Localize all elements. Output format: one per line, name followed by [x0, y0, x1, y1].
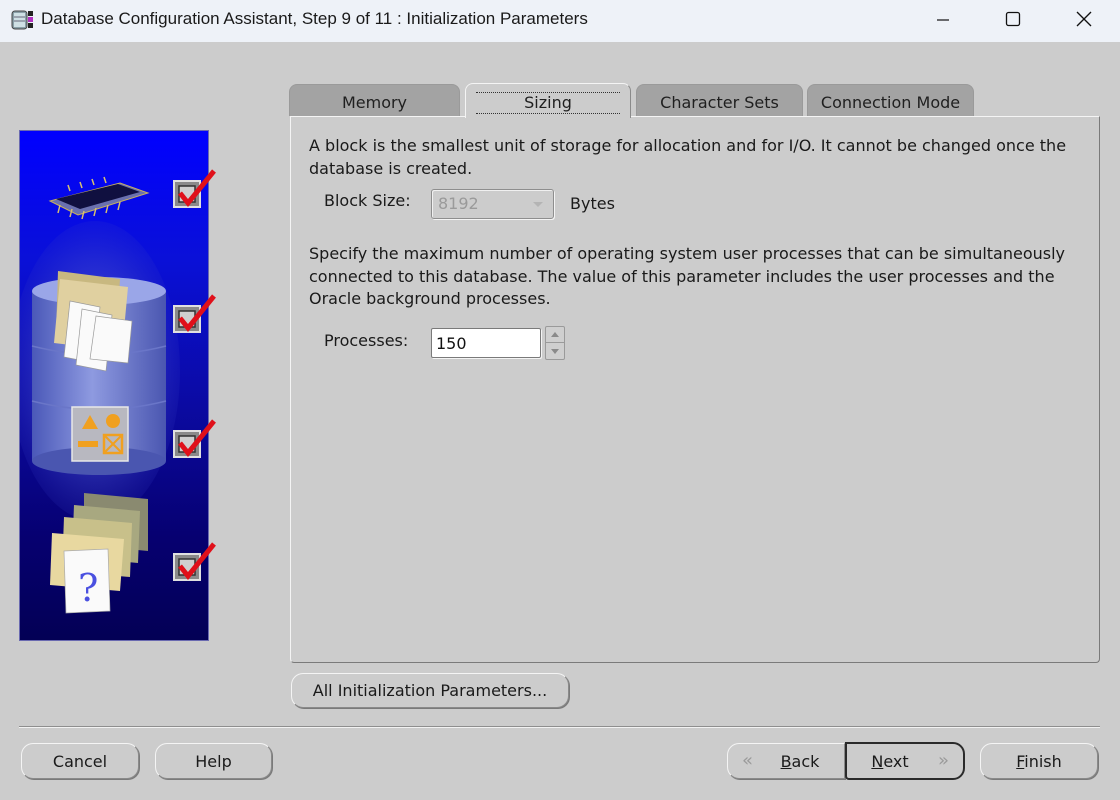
label-rest: inish: [1024, 751, 1062, 771]
tab-label: Connection Mode: [820, 93, 961, 112]
maximize-icon: [1005, 11, 1021, 27]
svg-text:?: ?: [78, 566, 98, 610]
help-button[interactable]: Help: [155, 743, 272, 779]
block-size-value: 8192: [438, 194, 479, 213]
check-icon: [173, 294, 216, 333]
mnemonic: N: [871, 751, 884, 771]
processes-description: Specify the maximum number of operating …: [309, 244, 1066, 308]
next-button[interactable]: Next »: [845, 742, 965, 780]
finish-button[interactable]: Finish: [980, 743, 1098, 779]
tab-sizing[interactable]: Sizing: [465, 83, 631, 118]
all-initialization-parameters-button[interactable]: All Initialization Parameters...: [291, 673, 569, 708]
button-label: Help: [195, 751, 232, 771]
close-button[interactable]: [1049, 0, 1119, 38]
minimize-icon: [937, 19, 949, 21]
block-size-combobox: 8192: [431, 189, 554, 219]
sizing-tab-panel: [290, 116, 1100, 663]
check-icon: [173, 542, 216, 581]
tab-label: Character Sets: [660, 93, 779, 112]
arrow-down-icon: [551, 348, 559, 354]
back-button[interactable]: « Back: [727, 743, 845, 779]
chevron-down-icon: [533, 202, 543, 207]
block-size-unit: Bytes: [570, 194, 615, 213]
spinner-down-button[interactable]: [546, 343, 564, 359]
label-rest: ack: [791, 751, 820, 771]
processes-spinner: [545, 326, 565, 360]
processes-label: Processes:: [324, 331, 409, 350]
button-label: Back: [781, 752, 820, 771]
tab-label: Sizing: [476, 92, 620, 114]
memory-chip-icon: [48, 176, 150, 220]
tab-character-sets[interactable]: Character Sets: [636, 84, 803, 116]
tab-connection-mode[interactable]: Connection Mode: [807, 84, 974, 116]
separator: [19, 726, 1100, 728]
database-shapes-icon: [71, 406, 129, 462]
spinner-up-button[interactable]: [546, 327, 564, 343]
tab-label: Memory: [341, 93, 408, 112]
check-icon: [173, 169, 216, 208]
block-size-label: Block Size:: [324, 191, 411, 210]
processes-input[interactable]: [431, 328, 541, 358]
button-label: Cancel: [52, 751, 108, 771]
minimize-button[interactable]: [908, 0, 978, 38]
check-icon: [173, 419, 216, 458]
title-bar: Database Configuration Assistant, Step 9…: [0, 0, 1120, 42]
chevron-left-icon: «: [742, 750, 754, 771]
mnemonic: B: [780, 751, 792, 771]
button-label: Finish: [1016, 752, 1062, 771]
button-label: Next: [871, 752, 908, 771]
chevron-right-icon: »: [937, 750, 949, 771]
cancel-button[interactable]: Cancel: [21, 743, 139, 779]
close-icon: [1076, 11, 1092, 27]
block-size-description: A block is the smallest unit of storage …: [309, 136, 1067, 178]
arrow-up-icon: [551, 332, 559, 337]
step-checks: [173, 169, 216, 581]
database-app-icon: [11, 10, 33, 30]
maximize-button[interactable]: [978, 0, 1048, 38]
label-rest: ext: [883, 751, 909, 771]
window-title: Database Configuration Assistant, Step 9…: [41, 9, 588, 28]
button-label: All Initialization Parameters...: [312, 681, 548, 700]
tab-memory[interactable]: Memory: [289, 84, 460, 116]
